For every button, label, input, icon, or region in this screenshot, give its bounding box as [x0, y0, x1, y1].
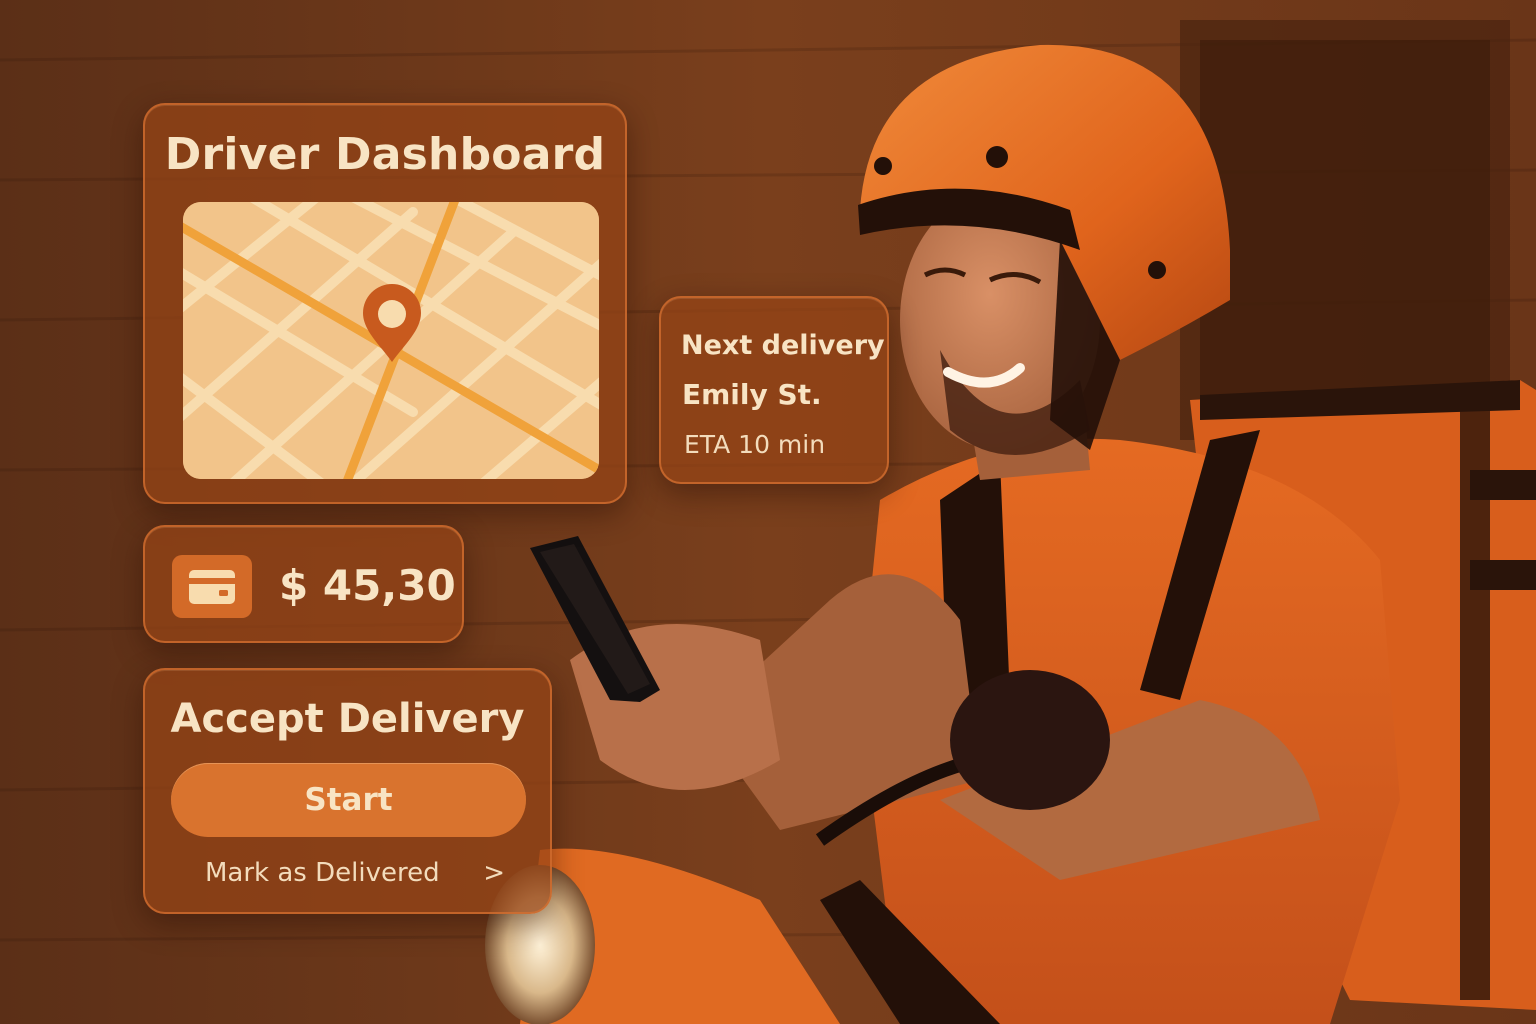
next-delivery-heading: Next delivery [681, 330, 885, 361]
delivery-eta: ETA 10 min [684, 430, 826, 459]
wallet-icon [172, 555, 252, 618]
earnings-amount: $ 45,30 [279, 561, 456, 610]
accept-delivery-card: Accept Delivery Start Mark as Delivered … [143, 668, 552, 914]
accept-delivery-title: Accept Delivery [170, 696, 525, 742]
next-delivery-card: Next delivery Emily St. ETA 10 min [659, 296, 889, 484]
driver-dashboard-card: Driver Dashboard [143, 103, 627, 504]
start-button[interactable]: Start [171, 763, 526, 837]
earnings-card: $ 45,30 [143, 525, 464, 643]
mark-as-delivered-link[interactable]: Mark as Delivered > [205, 858, 505, 888]
dashboard-title: Driver Dashboard [164, 129, 606, 180]
delivery-street: Emily St. [682, 378, 822, 411]
mark-as-delivered-label: Mark as Delivered [205, 858, 440, 888]
route-map[interactable] [183, 202, 599, 479]
chevron-right-icon: > [483, 858, 505, 888]
